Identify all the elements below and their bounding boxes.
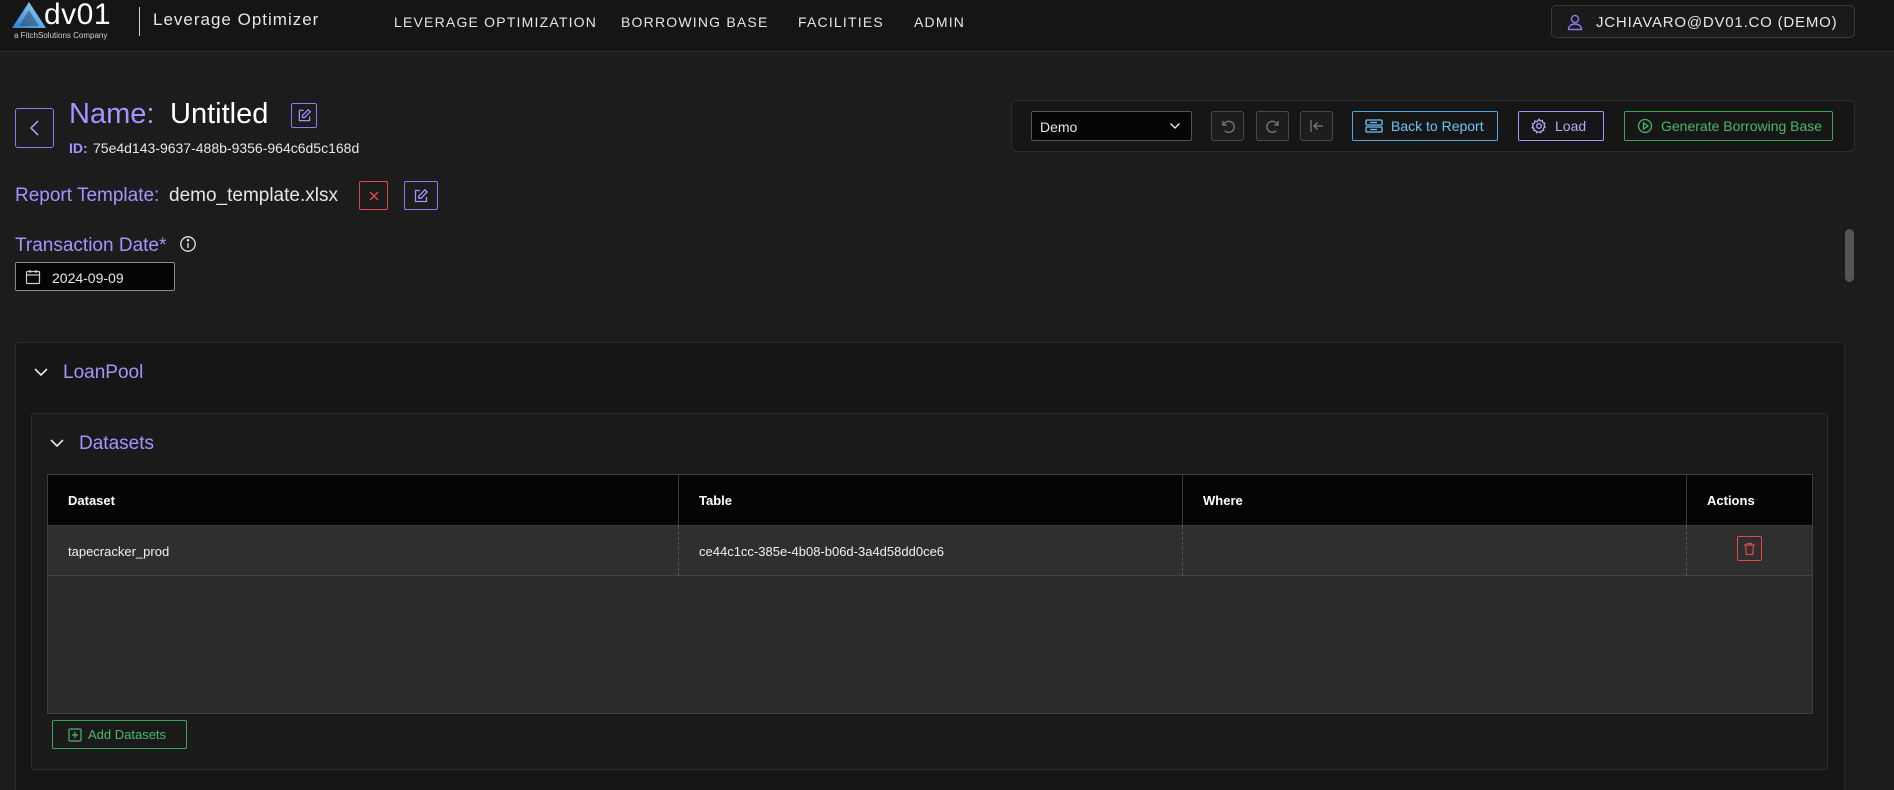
transaction-date-value: 2024-09-09 [52, 270, 124, 286]
name-label: Name: [69, 98, 155, 130]
calendar-icon [25, 270, 41, 285]
nav-borrowing-base[interactable]: BORROWING BASE [621, 14, 768, 30]
table-header: Dataset Table Where Actions [48, 475, 1812, 526]
logo-divider [139, 7, 140, 36]
logo-wordmark: dv01 [44, 0, 112, 31]
undo-button[interactable] [1211, 111, 1244, 141]
gear-icon [1531, 118, 1547, 134]
cell-divider [678, 526, 679, 576]
undo-icon [1221, 120, 1235, 133]
collapse-left-icon [1309, 120, 1323, 132]
cell-dataset: tapecracker_prod [68, 544, 170, 559]
reset-button[interactable] [1300, 111, 1333, 141]
datasets-table: Dataset Table Where Actions tapecracker_… [47, 474, 1813, 714]
transaction-date-label: Transaction Date* [15, 235, 167, 256]
close-icon [369, 191, 378, 200]
table-row[interactable]: tapecracker_prod ce44c1cc-385e-4b08-b06d… [48, 526, 1812, 576]
dv01-logo[interactable]: dv01 a FitchSolutions Company [12, 0, 124, 44]
datasets-title[interactable]: Datasets [79, 433, 154, 455]
user-email: JCHIAVARO@DV01.CO (DEMO) [1596, 14, 1838, 31]
loanpool-title[interactable]: LoanPool [63, 362, 143, 384]
info-icon[interactable] [179, 235, 197, 253]
cell-divider [1182, 526, 1183, 576]
column-header-table[interactable]: Table [699, 493, 732, 508]
logo-triangle-icon [12, 2, 46, 28]
environment-select[interactable]: Demo [1031, 111, 1192, 141]
report-template-value: demo_template.xlsx [169, 185, 338, 206]
cell-divider [1686, 526, 1687, 576]
nav-facilities[interactable]: FACILITIES [798, 14, 884, 30]
chevron-down-icon[interactable] [49, 437, 65, 449]
plus-square-icon [68, 727, 82, 742]
column-divider[interactable] [678, 475, 679, 526]
generate-borrowing-base-label: Generate Borrowing Base [1661, 118, 1823, 134]
edit-template-button[interactable] [404, 181, 438, 210]
cell-table: ce44c1cc-385e-4b08-b06d-3a4d58dd0ce6 [699, 544, 945, 559]
user-icon [1567, 14, 1583, 31]
chevron-down-icon [1170, 123, 1180, 129]
redo-button[interactable] [1256, 111, 1289, 141]
chevron-down-icon[interactable] [33, 366, 49, 378]
back-to-report-label: Back to Report [1391, 118, 1484, 134]
add-datasets-button[interactable]: Add Datasets [52, 720, 187, 749]
transaction-date-input[interactable]: 2024-09-09 [15, 262, 175, 291]
column-header-dataset[interactable]: Dataset [68, 493, 115, 508]
logo-subtext: a FitchSolutions Company [14, 31, 108, 40]
chevron-left-icon [29, 120, 39, 136]
nav-admin[interactable]: ADMIN [914, 14, 965, 30]
column-divider[interactable] [1182, 475, 1183, 526]
top-navigation-bar: dv01 a FitchSolutions Company Leverage O… [0, 0, 1894, 52]
remove-template-button[interactable] [359, 181, 388, 210]
back-button[interactable] [15, 108, 54, 148]
delete-row-button[interactable] [1737, 536, 1762, 561]
user-menu-button[interactable]: JCHIAVARO@DV01.CO (DEMO) [1551, 5, 1855, 38]
play-icon [1637, 118, 1653, 134]
environment-select-value: Demo [1040, 119, 1078, 135]
back-to-report-button[interactable]: Back to Report [1352, 111, 1498, 141]
generate-borrowing-base-button[interactable]: Generate Borrowing Base [1624, 111, 1833, 141]
column-divider[interactable] [1686, 475, 1687, 526]
edit-icon [414, 188, 429, 202]
load-label: Load [1555, 118, 1587, 134]
report-template-label: Report Template: [15, 185, 160, 206]
column-header-actions[interactable]: Actions [1707, 493, 1755, 508]
redo-icon [1265, 120, 1279, 133]
trash-icon [1744, 542, 1755, 555]
edit-icon [298, 108, 311, 122]
scrollbar-thumb[interactable] [1845, 229, 1854, 282]
report-icon [1365, 119, 1383, 133]
add-datasets-label: Add Datasets [88, 727, 167, 742]
edit-name-button[interactable] [291, 103, 317, 128]
load-button[interactable]: Load [1518, 111, 1604, 141]
app-name: Leverage Optimizer [153, 10, 320, 29]
nav-leverage-optimization[interactable]: LEVERAGE OPTIMIZATION [394, 14, 597, 30]
id-label: ID: [69, 140, 88, 156]
report-id: 75e4d143-9637-488b-9356-964c6d5c168d [93, 140, 360, 156]
column-header-where[interactable]: Where [1203, 493, 1243, 508]
report-name: Untitled [170, 98, 269, 130]
